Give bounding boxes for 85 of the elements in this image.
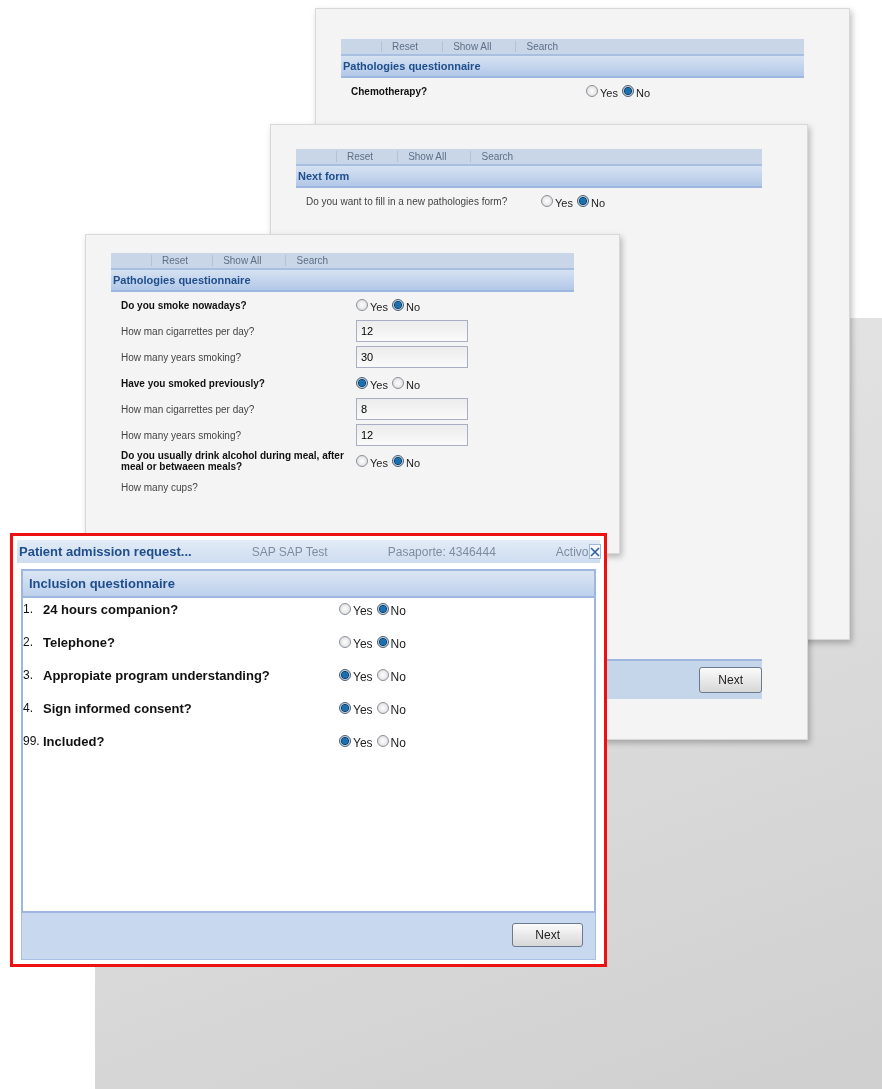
- input-field[interactable]: 12: [356, 320, 468, 342]
- option-label: No: [390, 603, 406, 618]
- radio-button[interactable]: [339, 636, 351, 648]
- close-button[interactable]: [588, 544, 601, 559]
- question-number: 2.: [23, 634, 34, 649]
- question-label: Do you usually drink alcohol during meal, after meal or betwaeen meals?: [121, 450, 345, 472]
- option-label: Yes: [353, 603, 373, 618]
- radio-button[interactable]: [391, 455, 404, 467]
- faded-text: Activo: [555, 544, 589, 559]
- question-label: How many cups?: [121, 481, 199, 493]
- option-label: No: [405, 300, 420, 313]
- radio-button[interactable]: [356, 299, 368, 311]
- question-label: Telephone?: [43, 634, 116, 650]
- question-number: 1.: [23, 601, 34, 616]
- radio-button[interactable]: [356, 455, 368, 467]
- radio-button[interactable]: [391, 377, 404, 389]
- question-label: How man cigarrettes per day?: [121, 403, 256, 415]
- option-label: Yes: [353, 735, 373, 750]
- toolbar-button[interactable]: Search: [515, 41, 569, 52]
- option-label: Yes: [370, 378, 388, 391]
- radio-button[interactable]: [339, 735, 351, 747]
- radio-button[interactable]: [376, 735, 389, 747]
- option-label: Yes: [600, 86, 618, 99]
- option-label: Yes: [370, 300, 388, 313]
- option-label: Yes: [370, 456, 388, 469]
- option-label: No: [390, 702, 406, 717]
- question-number: 4.: [23, 700, 34, 715]
- input-field[interactable]: 30: [356, 346, 468, 368]
- radio-button[interactable]: [576, 195, 589, 207]
- question-label: How man cigarrettes per day?: [121, 325, 256, 337]
- question-label: Appropiate program understanding?: [43, 667, 271, 683]
- section-header: Pathologies questionnaire: [111, 270, 574, 292]
- radio-button[interactable]: [376, 603, 389, 615]
- option-label: Yes: [353, 636, 373, 651]
- radio-button[interactable]: [376, 702, 389, 714]
- toolbar-button[interactable]: Reset: [151, 255, 199, 266]
- option-label: No: [390, 735, 406, 750]
- radio-button[interactable]: [356, 377, 368, 389]
- radio-button[interactable]: [391, 299, 404, 311]
- faded-text: Pasaporte: 4346444: [387, 544, 496, 559]
- radio-button[interactable]: [339, 669, 351, 681]
- question-label: Do you smoke nowadays?: [121, 299, 248, 311]
- toolbar-button[interactable]: Show All: [212, 255, 272, 266]
- radio-button[interactable]: [621, 85, 634, 97]
- window-title: Patient admission request...: [19, 544, 192, 559]
- option-label: No: [390, 636, 406, 651]
- section-header: Inclusion questionnaire: [23, 571, 594, 598]
- close-icon: [589, 546, 600, 557]
- radio-button[interactable]: [541, 195, 553, 207]
- option-label: No: [405, 378, 420, 391]
- option-label: No: [405, 456, 420, 469]
- toolbar-button[interactable]: Reset: [381, 41, 429, 52]
- question-number: 99.: [23, 733, 41, 748]
- question-label: Included?: [43, 733, 106, 749]
- question-label: Do you want to fill in a new pathologies form?: [306, 195, 509, 207]
- toolbar-button[interactable]: Search: [285, 255, 339, 266]
- question-number: 3.: [23, 667, 34, 682]
- section-header: Next form: [296, 166, 762, 188]
- next-button[interactable]: Next: [699, 667, 762, 693]
- input-field[interactable]: 12: [356, 424, 468, 446]
- toolbar-button[interactable]: Reset: [336, 151, 384, 162]
- question-label: How many years smoking?: [121, 351, 243, 363]
- option-label: No: [590, 196, 605, 209]
- question-label: Sign informed consent?: [43, 700, 193, 716]
- option-label: No: [390, 669, 406, 684]
- faded-text: SAP SAP Test: [251, 544, 328, 559]
- question-label: Have you smoked previously?: [121, 377, 266, 389]
- question-label: How many years smoking?: [121, 429, 243, 441]
- radio-button[interactable]: [376, 636, 389, 648]
- radio-button[interactable]: [339, 702, 351, 714]
- option-label: Yes: [555, 196, 573, 209]
- toolbar-button[interactable]: Show All: [397, 151, 457, 162]
- radio-button[interactable]: [339, 603, 351, 615]
- option-label: Yes: [353, 702, 373, 717]
- section-header: Pathologies questionnaire: [341, 56, 804, 78]
- question-label: Chemotherapy?: [351, 85, 429, 97]
- question-label: 24 hours companion?: [43, 601, 180, 617]
- toolbar-button[interactable]: Search: [470, 151, 524, 162]
- input-field[interactable]: 8: [356, 398, 468, 420]
- radio-button[interactable]: [376, 669, 389, 681]
- option-label: No: [635, 86, 650, 99]
- option-label: Yes: [353, 669, 373, 684]
- radio-button[interactable]: [586, 85, 598, 97]
- next-button[interactable]: Next: [512, 923, 583, 947]
- toolbar-button[interactable]: Show All: [442, 41, 502, 52]
